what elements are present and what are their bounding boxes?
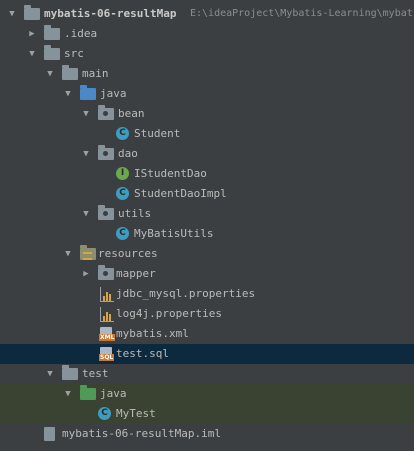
properties-file-icon	[100, 287, 114, 302]
project-name: mybatis-06-resultMap	[44, 7, 177, 20]
tree-node-mybatisutils[interactable]: C MyBatisUtils	[0, 224, 414, 244]
tree-node-mybatis-xml[interactable]: XML mybatis.xml	[0, 324, 414, 344]
tree-node-label: Student	[134, 127, 181, 140]
expanded-arrow-icon[interactable]: ▼	[26, 44, 38, 64]
expanded-arrow-icon[interactable]: ▼	[62, 244, 74, 264]
tree-node-mapper[interactable]: ▶ mapper	[0, 264, 414, 284]
tree-node-label: bean	[118, 107, 145, 120]
expanded-arrow-icon[interactable]: ▼	[6, 4, 18, 24]
project-tree: ▼ mybatis-06-resultMap E:\ideaProject\My…	[0, 0, 414, 451]
tree-node-java-source[interactable]: ▼ java	[0, 84, 414, 104]
project-path: E:\ideaProject\Mybatis-Learning\mybat	[190, 8, 413, 19]
tree-node-dao[interactable]: ▼ dao	[0, 144, 414, 164]
tree-node-idea[interactable]: ▶ .idea	[0, 24, 414, 44]
tree-node-label: dao	[118, 147, 138, 160]
tree-node-label: jdbc_mysql.properties	[116, 287, 256, 300]
tree-node-bean[interactable]: ▼ bean	[0, 104, 414, 124]
class-icon: C	[116, 227, 129, 240]
test-class-icon: C	[98, 407, 111, 420]
tree-node-utils[interactable]: ▼ utils	[0, 204, 414, 224]
interface-icon: I	[116, 167, 129, 180]
properties-file-icon	[100, 307, 114, 322]
tree-node-resources[interactable]: ▼ resources	[0, 244, 414, 264]
tree-node-label: resources	[98, 247, 158, 260]
expanded-arrow-icon[interactable]: ▼	[44, 364, 56, 384]
class-icon: C	[116, 187, 129, 200]
tree-node-label: IStudentDao	[134, 167, 207, 180]
expanded-arrow-icon[interactable]: ▼	[62, 384, 74, 404]
xml-file-icon: XML	[99, 327, 116, 341]
expanded-arrow-icon[interactable]: ▼	[80, 204, 92, 224]
folder-icon	[62, 65, 78, 80]
folder-icon	[44, 45, 60, 60]
package-icon	[98, 105, 114, 120]
expanded-arrow-icon[interactable]: ▼	[80, 104, 92, 124]
module-file-icon	[44, 427, 55, 441]
folder-icon	[44, 25, 60, 40]
tree-node-iml[interactable]: mybatis-06-resultMap.iml	[0, 424, 414, 444]
tree-node-label: java	[100, 87, 127, 100]
tree-node-label: mybatis-06-resultMap.iml	[62, 427, 221, 440]
folder-icon	[62, 365, 78, 380]
expanded-arrow-icon[interactable]: ▼	[62, 84, 74, 104]
tree-node-main[interactable]: ▼ main	[0, 64, 414, 84]
tree-node-studentdaoimpl[interactable]: C StudentDaoImpl	[0, 184, 414, 204]
tree-node-label: MyTest	[116, 407, 156, 420]
tree-node-label: MyBatisUtils	[134, 227, 214, 240]
tree-node-label: log4j.properties	[116, 307, 222, 320]
tree-node-test-sql[interactable]: SQL test.sql	[0, 344, 414, 364]
tree-node-label: mybatis.xml	[116, 327, 189, 340]
tree-node-istudentdao[interactable]: I IStudentDao	[0, 164, 414, 184]
tree-node-src[interactable]: ▼ src	[0, 44, 414, 64]
collapsed-arrow-icon[interactable]: ▶	[26, 24, 38, 44]
tree-bottom-edge	[0, 445, 414, 451]
tree-node-test[interactable]: ▼ test	[0, 364, 414, 384]
tree-node-label: utils	[118, 207, 152, 220]
tree-node-label: test.sql	[116, 347, 169, 360]
package-icon	[98, 265, 114, 280]
tree-node-label: mapper	[116, 267, 156, 280]
module-folder-icon	[24, 5, 40, 20]
tree-node-label: .idea	[64, 27, 98, 40]
tree-node-label: main	[82, 67, 109, 80]
tree-node-student[interactable]: C Student	[0, 124, 414, 144]
class-icon: C	[116, 127, 129, 140]
test-source-folder-icon	[80, 385, 96, 400]
tree-node-java-test[interactable]: ▼ java	[0, 384, 414, 404]
collapsed-arrow-icon[interactable]: ▶	[80, 264, 92, 284]
tree-node-label: src	[64, 47, 84, 60]
tree-node-label: java	[100, 387, 127, 400]
tree-node-jdbc-properties[interactable]: jdbc_mysql.properties	[0, 284, 414, 304]
tree-node-mytest[interactable]: C MyTest	[0, 404, 414, 424]
tree-node-log4j-properties[interactable]: log4j.properties	[0, 304, 414, 324]
package-icon	[98, 145, 114, 160]
tree-node-label: StudentDaoImpl	[134, 187, 227, 200]
source-folder-icon	[80, 85, 96, 100]
tree-node-project-root[interactable]: ▼ mybatis-06-resultMap E:\ideaProject\My…	[0, 4, 414, 24]
resources-folder-icon	[80, 245, 96, 260]
sql-file-icon: SQL	[99, 347, 115, 361]
tree-node-label: test	[82, 367, 109, 380]
package-icon	[98, 205, 114, 220]
expanded-arrow-icon[interactable]: ▼	[80, 144, 92, 164]
expanded-arrow-icon[interactable]: ▼	[44, 64, 56, 84]
